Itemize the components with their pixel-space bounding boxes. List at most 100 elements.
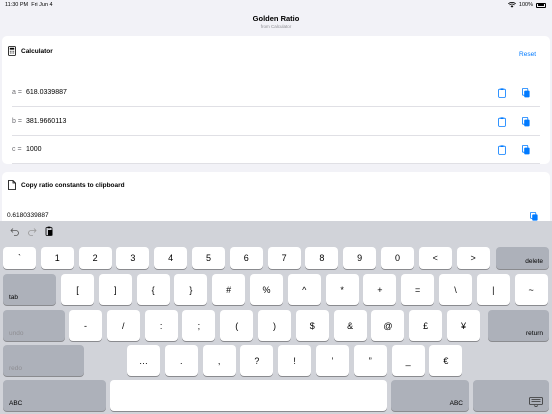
key-label: ) [273,320,276,331]
tab-key[interactable]: tab [3,274,56,305]
key-row4-2[interactable]: . [164,345,198,376]
key-label: £ [423,320,429,331]
key-row2-3[interactable]: { [136,274,170,305]
copy-icon[interactable] [522,88,530,98]
key-row2-4[interactable]: } [174,274,208,305]
key-row3-5[interactable]: ( [220,310,254,341]
key-row2-7[interactable]: ^ [287,274,321,305]
key-row4-9[interactable]: € [429,345,463,376]
key-10[interactable]: 9 [343,247,377,269]
key-label: undo [9,330,24,337]
keyboard-dismiss-icon[interactable] [529,397,543,407]
redo-arrow-icon[interactable] [27,226,37,236]
key-row2-9[interactable]: + [363,274,397,305]
key-7[interactable]: 6 [229,247,263,269]
page-title: Golden Ratio [252,14,300,23]
key-label: } [189,284,193,295]
navigation-bar: Golden Ratio from Calculator [0,10,552,32]
key-8[interactable]: 7 [267,247,301,269]
status-bar: 11:30 PM Fri Jun 4 100% [0,0,552,10]
key-row2-6[interactable]: % [250,274,283,305]
row-actions [498,88,530,98]
copy-icon[interactable] [522,145,530,155]
redo-key[interactable]: redo [3,345,84,376]
key-row4-5[interactable]: ! [278,345,312,376]
calculator-card: Calculator Reset a = 618.0339887 b = 381… [2,36,550,164]
key-row4-3[interactable]: , [202,345,236,376]
key-row2-2[interactable]: ] [98,274,132,305]
row-actions [498,117,530,127]
key-13[interactable]: > [456,247,490,269]
row-label: b = [12,118,22,125]
keyboard-toolbar [0,221,552,241]
key-12[interactable]: < [418,247,452,269]
key-label: : [159,320,163,331]
key-row2-13[interactable]: ~ [514,274,548,305]
reset-button[interactable]: Reset [519,51,536,58]
key-row4-1[interactable]: … [127,345,160,376]
key-label: \ [454,284,457,295]
paste-icon[interactable] [498,145,506,155]
key-label: tab [9,294,19,301]
value-field-b[interactable]: 381.9660113 [26,118,66,125]
value-field-c[interactable]: 1000 [26,146,42,153]
key-label: redo [9,365,23,372]
key-label: 7 [281,253,287,263]
key-label: € [443,355,449,366]
key-5[interactable]: 4 [154,247,188,269]
copy-icon[interactable] [530,212,538,221]
battery-icon [536,2,546,8]
space-bar[interactable] [110,380,387,411]
undo-key[interactable]: undo [3,310,65,341]
key-row2-11[interactable]: \ [439,274,472,305]
key-9[interactable]: 8 [305,247,339,269]
key-row2-12[interactable]: | [476,274,510,305]
key-label: / [122,320,125,331]
key-11[interactable]: 0 [381,247,414,269]
delete-key[interactable]: delete [496,247,549,269]
status-date: Fri Jun 4 [31,2,53,8]
key-row4-8[interactable]: _ [391,345,425,376]
key-row4-7[interactable]: ” [353,345,387,376]
key-row3-4[interactable]: ; [182,310,216,341]
key-label: @ [383,320,393,331]
key-label: $ [309,320,315,331]
key-row3-9[interactable]: @ [371,310,405,341]
key-6[interactable]: 5 [192,247,225,269]
key-row3-7[interactable]: $ [295,310,329,341]
key-row2-1[interactable]: [ [61,274,94,305]
abc-key-left[interactable]: ABC [3,380,106,411]
value-field-a[interactable]: 618.0339887 [26,89,67,96]
key-row3-10[interactable]: £ [409,310,443,341]
key-label: 1 [54,253,60,263]
key-row4-6[interactable]: ’ [316,345,349,376]
key-2[interactable]: 1 [40,247,74,269]
key-row3-3[interactable]: : [144,310,178,341]
abc-key-right[interactable]: ABC [391,380,469,411]
key-row2-8[interactable]: * [325,274,359,305]
undo-arrow-icon[interactable] [10,226,20,236]
key-row3-2[interactable]: / [106,310,140,341]
key-row3-8[interactable]: & [333,310,367,341]
calculator-header: Calculator [8,46,53,56]
key-row4-4[interactable]: ? [240,345,274,376]
paste-icon[interactable] [498,88,506,98]
key-label: 3 [130,253,136,263]
key-row3-11[interactable]: ¥ [447,310,480,341]
row-actions [498,145,530,155]
key-label: - [84,320,87,331]
key-3[interactable]: 2 [78,247,112,269]
key-row3-6[interactable]: ) [258,310,291,341]
key-row2-5[interactable]: # [212,274,246,305]
key-label: ( [235,320,239,331]
return-key[interactable]: return [488,310,549,341]
key-label: % [262,284,271,295]
wifi-icon [507,2,516,8]
key-row2-10[interactable]: = [401,274,435,305]
key-4[interactable]: 3 [116,247,150,269]
paste-icon[interactable] [498,117,506,127]
key-1[interactable]: ` [3,247,36,269]
key-row3-1[interactable]: - [69,310,102,341]
copy-icon[interactable] [522,117,530,127]
clipboard-paste-icon[interactable] [44,226,54,236]
